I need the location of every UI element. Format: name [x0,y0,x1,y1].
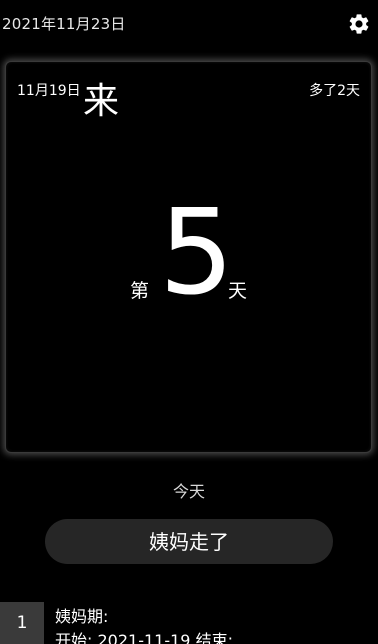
today-label: 今天 [172,482,205,501]
period-start-date: 11月19日 [17,83,81,99]
overdue-days: 多了2天 [309,83,360,99]
record-end-label: 结束: [195,631,233,644]
record-start-label: 开始: [55,631,93,644]
day-count: 5 [159,183,235,321]
record-dates: 开始: 2021-11-19,结束: [55,627,233,644]
gear-icon[interactable] [347,12,371,36]
period-status-card[interactable]: 11月19日 来 多了2天 第 5 天 [5,61,372,453]
day-prefix-label: 第 [130,280,150,302]
day-suffix-label: 天 [228,280,248,302]
record-index-badge: 1 [0,602,44,644]
record-start-value: 2021-11-19, [97,631,196,644]
period-status: 来 [83,81,120,122]
record-title: 姨妈期: [55,607,109,626]
current-date: 2021年11月23日 [2,15,126,33]
app-screen: 2021年11月23日 11月19日 来 多了2天 第 5 天 今天 姨妈走了 … [0,0,378,644]
period-ended-button[interactable]: 姨妈走了 [45,519,333,564]
